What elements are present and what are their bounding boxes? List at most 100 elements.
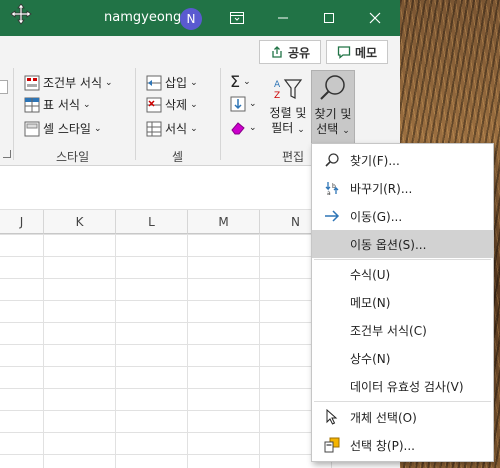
cells-group-label: 셀: [172, 150, 184, 164]
column-header-l[interactable]: L: [116, 210, 188, 234]
chevron-down-icon: ⌄: [243, 76, 251, 87]
replace-icon: ba: [325, 182, 339, 196]
format-icon: [146, 121, 162, 136]
ribbon-display-options-button[interactable]: [214, 0, 260, 36]
format-cells-button[interactable]: 서식 ⌄: [146, 120, 198, 137]
menu-item-selection-pane[interactable]: 선택 창(P)...: [312, 431, 493, 459]
memo-label: 메모: [354, 45, 378, 60]
conditional-format-label: 조건부 서식: [43, 76, 103, 90]
menu-item-goto[interactable]: 이동(G)...: [312, 202, 493, 230]
cursor-icon: [326, 409, 338, 425]
column-header-j[interactable]: J: [0, 210, 44, 234]
chevron-down-icon: ⌄: [105, 77, 113, 88]
close-icon: [369, 12, 381, 24]
menu-item-select-objects[interactable]: 개체 선택(O): [312, 403, 493, 431]
menu-label-formulas: 수식(U): [350, 267, 391, 282]
autosum-button[interactable]: Σ ⌄: [230, 72, 251, 91]
table-format-label: 표 서식: [43, 98, 80, 112]
menu-label-selection-pane: 선택 창(P)...: [350, 438, 415, 453]
share-icon: [272, 46, 282, 58]
menu-label-goto-special: 이동 옵션(S)...: [350, 237, 427, 252]
sort-filter-label-1: 정렬 및: [269, 106, 307, 120]
insert-label: 삽입: [165, 76, 188, 90]
delete-icon: [146, 97, 162, 112]
chevron-down-icon: ⌄: [82, 99, 91, 110]
ribbon-display-icon: [230, 12, 244, 24]
menu-item-goto-special[interactable]: 이동 옵션(S)...: [312, 230, 493, 258]
svg-text:Z: Z: [274, 91, 280, 101]
column-header-m[interactable]: M: [188, 210, 260, 234]
menu-label-constants: 상수(N): [350, 351, 391, 366]
sort-filter-icon: A Z: [274, 79, 303, 101]
minimize-icon: [278, 17, 288, 19]
menu-item-replace[interactable]: ba 바꾸기(R)...: [312, 174, 493, 202]
move-icon[interactable]: [9, 2, 33, 26]
delete-cells-button[interactable]: 삭제 ⌄: [146, 96, 198, 113]
ribbon-separator: [13, 68, 14, 160]
find-select-label-1: 찾기 및: [314, 107, 352, 121]
chevron-down-icon: ⌄: [93, 123, 102, 134]
comment-icon: [337, 46, 351, 59]
cell-style-icon: [24, 121, 40, 136]
column-header-k[interactable]: K: [44, 210, 116, 234]
menu-label-find: 찾기(F)...: [350, 153, 400, 168]
cell-styles-button[interactable]: 셀 스타일 ⌄: [24, 120, 102, 137]
menu-label-notes: 메모(N): [350, 295, 391, 310]
conditional-format-icon: [24, 75, 40, 90]
cell-style-label: 셀 스타일: [43, 122, 91, 136]
search-icon: [325, 153, 339, 167]
share-label: 공유: [287, 45, 311, 60]
menu-item-find[interactable]: 찾기(F)...: [312, 146, 493, 174]
chevron-down-icon: ⌄: [190, 123, 198, 134]
partial-dropdown[interactable]: [0, 80, 8, 94]
table-format-icon: [24, 97, 40, 112]
dialog-launcher-icon[interactable]: [3, 150, 11, 158]
sigma-icon: Σ: [230, 72, 241, 91]
share-button[interactable]: 공유: [259, 40, 321, 64]
memo-button[interactable]: 메모: [326, 40, 388, 64]
chevron-down-icon: ⌄: [249, 123, 257, 133]
insert-icon: [146, 75, 162, 90]
sort-filter-button[interactable]: A Z 정렬 및 필터 ⌄: [266, 74, 310, 146]
menu-label-conditional-format: 조건부 서식(C): [350, 323, 427, 338]
format-as-table-button[interactable]: 표 서식 ⌄: [24, 96, 90, 113]
search-icon: [320, 75, 345, 100]
menu-item-notes[interactable]: 메모(N): [312, 288, 493, 316]
conditional-format-button[interactable]: 조건부 서식 ⌄: [24, 74, 113, 91]
title-bar: namgyeong N: [0, 0, 400, 36]
ribbon-separator: [135, 68, 136, 160]
menu-item-conditional-format[interactable]: 조건부 서식(C): [312, 316, 493, 344]
minimize-button[interactable]: [260, 0, 306, 36]
menu-label-replace: 바꾸기(R)...: [350, 181, 413, 196]
svg-text:a: a: [327, 190, 331, 196]
maximize-icon: [324, 13, 334, 23]
chevron-down-icon: ⌄: [190, 77, 198, 88]
eraser-icon: [231, 122, 245, 135]
find-select-label-2: 선택 ⌄: [316, 122, 350, 136]
avatar[interactable]: N: [180, 8, 202, 30]
account-name[interactable]: namgyeong: [104, 10, 181, 25]
menu-item-data-validation[interactable]: 데이터 유효성 검사(V): [312, 372, 493, 400]
menu-item-constants[interactable]: 상수(N): [312, 344, 493, 372]
menu-label-select-objects: 개체 선택(O): [350, 410, 417, 425]
maximize-button[interactable]: [306, 0, 352, 36]
find-select-menu: 찾기(F)... ba 바꾸기(R)... 이동(G)... 이동 옵션(S).…: [311, 143, 494, 462]
menu-separator: [314, 401, 491, 402]
svg-text:A: A: [274, 80, 281, 90]
menu-label-data-validation: 데이터 유효성 검사(V): [350, 379, 464, 394]
styles-group-label: 스타일: [56, 150, 90, 164]
editing-group-label: 편집: [282, 150, 305, 164]
menu-item-formulas[interactable]: 수식(U): [312, 260, 493, 288]
menu-label-goto: 이동(G)...: [350, 209, 403, 224]
chevron-down-icon: ⌄: [190, 99, 198, 110]
delete-label: 삭제: [165, 98, 188, 112]
clear-button[interactable]: ⌄: [230, 120, 257, 136]
find-select-button[interactable]: 찾기 및 선택 ⌄: [311, 70, 355, 146]
ribbon-separator: [220, 68, 221, 160]
arrow-right-icon: [325, 210, 340, 222]
format-label: 서식: [165, 122, 188, 136]
insert-cells-button[interactable]: 삽입 ⌄: [146, 74, 198, 91]
sort-filter-label-2: 필터 ⌄: [271, 121, 305, 135]
close-button[interactable]: [352, 0, 398, 36]
fill-button[interactable]: ⌄: [230, 96, 257, 112]
